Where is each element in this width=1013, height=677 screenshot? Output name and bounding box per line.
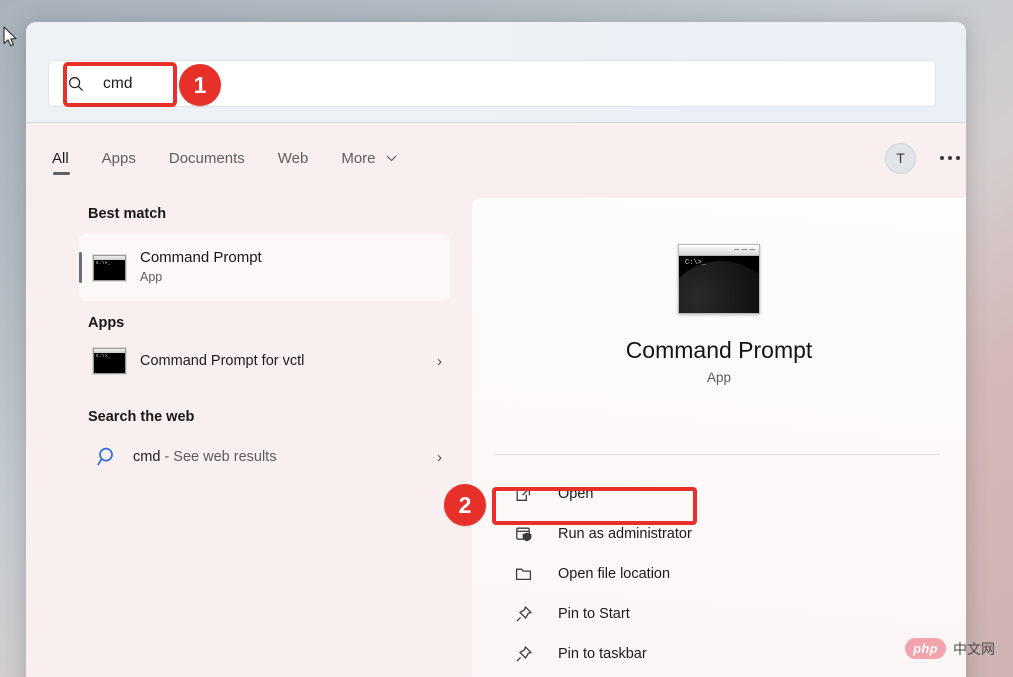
- list-item-web-search[interactable]: cmd - See web results ›: [79, 433, 450, 481]
- action-pin-to-taskbar-label: Pin to taskbar: [558, 646, 647, 662]
- folder-icon: [514, 565, 533, 584]
- list-item-label: Command Prompt for vctl: [140, 353, 305, 369]
- start-menu-search-panel: cmd All Apps Documents Web More T Best m…: [26, 22, 966, 677]
- command-prompt-icon: [93, 348, 126, 374]
- app-detail-kind: App: [706, 370, 732, 385]
- dot: [956, 156, 960, 160]
- avatar-initial: T: [896, 150, 905, 166]
- action-run-as-administrator-label: Run as administrator: [558, 526, 692, 542]
- tab-more-label: More: [341, 150, 376, 167]
- action-open-file-location[interactable]: Open file location: [494, 554, 946, 594]
- chevron-right-icon[interactable]: ›: [437, 449, 442, 466]
- more-options-icon[interactable]: [936, 150, 964, 166]
- watermark-logo: php: [905, 638, 946, 659]
- tab-web[interactable]: Web: [278, 150, 309, 175]
- annotation-badge-1: 1: [179, 64, 221, 106]
- pin-icon: [514, 645, 533, 664]
- highlight-box-search-field: [63, 62, 177, 107]
- shield-admin-icon: [514, 525, 533, 544]
- chevron-right-icon[interactable]: ›: [437, 353, 442, 370]
- search-filter-tabs: All Apps Documents Web More T: [52, 134, 964, 190]
- tab-apps-label: Apps: [101, 149, 136, 167]
- mouse-cursor: [3, 26, 17, 47]
- chevron-down-icon: [386, 149, 397, 166]
- app-detail-title: Command Prompt: [625, 337, 813, 363]
- command-prompt-icon: C:\>_: [678, 244, 760, 314]
- dot: [940, 156, 944, 160]
- app-detail-panel: C:\>_ Command Prompt App Open Run as adm…: [472, 198, 966, 677]
- tab-documents[interactable]: Documents: [169, 150, 245, 175]
- screen: cmd All Apps Documents Web More T Best m…: [0, 0, 1013, 677]
- avatar[interactable]: T: [885, 142, 916, 174]
- list-item-command-prompt-for-vctl[interactable]: Command Prompt for vctl ›: [79, 339, 450, 383]
- best-match-header: Best match: [88, 206, 167, 222]
- app-hero: C:\>_ Command Prompt App: [472, 244, 966, 385]
- tab-apps[interactable]: Apps: [102, 150, 136, 175]
- best-match-result[interactable]: Command Prompt App: [79, 234, 450, 301]
- icon-prompt-text: C:\>_: [685, 259, 707, 267]
- action-pin-to-start-label: Pin to Start: [558, 606, 630, 622]
- command-prompt-icon: [93, 254, 126, 281]
- tab-more[interactable]: More: [341, 149, 397, 175]
- annotation-badge-2: 2: [444, 484, 486, 526]
- apps-header: Apps: [88, 315, 125, 331]
- best-match-subtitle: App: [140, 270, 163, 285]
- web-query: cmd: [133, 449, 161, 465]
- tab-documents-label: Documents: [168, 149, 245, 167]
- dot: [948, 156, 952, 160]
- highlight-box-run-as-administrator: [492, 487, 697, 525]
- best-match-title: Command Prompt: [140, 249, 262, 267]
- account-area: T: [885, 142, 964, 182]
- tab-all[interactable]: All: [52, 149, 70, 175]
- tab-web-label: Web: [277, 149, 309, 167]
- results-list: Best match Command Prompt App Apps Comma…: [26, 192, 472, 677]
- divider: [494, 454, 940, 455]
- web-search-icon: [97, 447, 113, 466]
- list-item-label: cmd - See web results: [133, 449, 276, 465]
- watermark-text: 中文网: [953, 641, 995, 658]
- best-match-text: Command Prompt App: [140, 249, 262, 285]
- tab-all-label: All: [52, 149, 69, 167]
- action-open-file-location-label: Open file location: [558, 566, 671, 582]
- action-pin-to-taskbar[interactable]: Pin to taskbar: [494, 634, 946, 674]
- watermark: php 中文网: [905, 638, 995, 659]
- icon-glow: [679, 261, 759, 313]
- icon-titlebar: [679, 245, 759, 256]
- action-pin-to-start[interactable]: Pin to Start: [494, 594, 946, 634]
- web-suffix: - See web results: [160, 449, 277, 465]
- pin-icon: [514, 605, 533, 624]
- search-the-web-header: Search the web: [88, 409, 195, 425]
